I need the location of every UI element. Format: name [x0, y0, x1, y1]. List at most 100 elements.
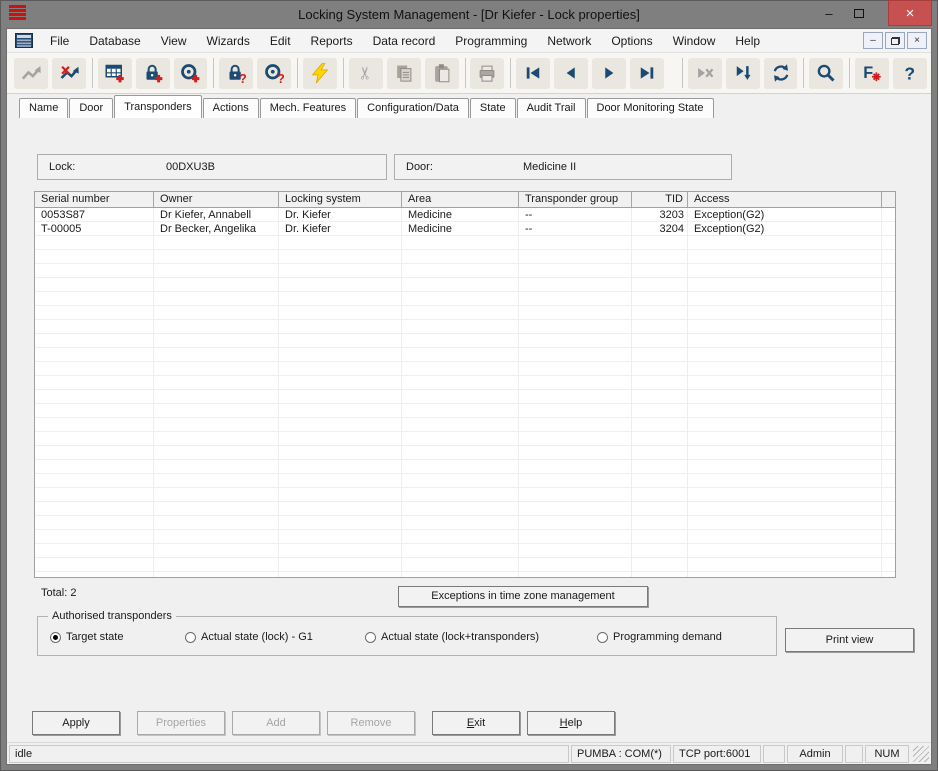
menu-wizards[interactable]: Wizards — [197, 29, 260, 52]
help-footer-button[interactable]: Help — [527, 711, 615, 735]
filter-settings-button[interactable]: F — [855, 58, 889, 89]
cell-locking-system: Dr. Kiefer — [279, 208, 402, 222]
status-blank-2 — [845, 745, 863, 763]
tab-transponders[interactable]: Transponders — [114, 95, 201, 118]
cell-access: Exception(G2) — [688, 222, 882, 236]
add-button: Add — [232, 711, 320, 735]
disconnect-button[interactable] — [52, 58, 86, 89]
read-transponder-button[interactable]: ? — [257, 58, 291, 89]
connect-button — [14, 58, 48, 89]
cell-tid: 3203 — [632, 208, 688, 222]
help-button[interactable]: ? — [893, 58, 927, 89]
cell-serial: T-00005 — [35, 222, 154, 236]
tab-name[interactable]: Name — [19, 98, 68, 118]
col-transponder-group[interactable]: Transponder group — [519, 192, 632, 207]
cell-owner: Dr Kiefer, Annabell — [154, 208, 279, 222]
paste-icon — [432, 63, 452, 83]
menu-view[interactable]: View — [151, 29, 197, 52]
radio-actual-state-lock-g1[interactable]: Actual state (lock) - G1 — [185, 631, 313, 643]
tab-actions[interactable]: Actions — [203, 98, 259, 118]
status-bar: idle PUMBA : COM(*) TCP port:6001 Admin … — [7, 742, 931, 764]
mdi-restore-button[interactable] — [885, 32, 905, 49]
tab-door-monitoring-state[interactable]: Door Monitoring State — [587, 98, 714, 118]
menu-edit[interactable]: Edit — [260, 29, 301, 52]
exceptions-time-zone-button[interactable]: Exceptions in time zone management — [398, 586, 648, 607]
col-tid[interactable]: TID — [632, 192, 688, 207]
cut-button: ✂ — [349, 58, 383, 89]
table-body: 0053S87 Dr Kiefer, Annabell Dr. Kiefer M… — [35, 208, 895, 577]
radio-icon — [597, 632, 608, 643]
new-transponder-button[interactable] — [174, 58, 208, 89]
refresh-button[interactable] — [764, 58, 798, 89]
cell-transponder-group: -- — [519, 208, 632, 222]
radio-programming-demand[interactable]: Programming demand — [597, 631, 722, 643]
svg-text:?: ? — [239, 72, 246, 83]
search-button[interactable] — [809, 58, 843, 89]
new-lock-icon — [143, 63, 163, 83]
goto-task-button[interactable] — [726, 58, 760, 89]
tab-door[interactable]: Door — [69, 98, 113, 118]
table-row[interactable]: T-00005 Dr Becker, Angelika Dr. Kiefer M… — [35, 222, 895, 236]
tab-state[interactable]: State — [470, 98, 516, 118]
restore-icon — [891, 37, 900, 45]
col-serial-number[interactable]: Serial number — [35, 192, 154, 207]
cell-area: Medicine — [402, 208, 519, 222]
menu-window[interactable]: Window — [663, 29, 726, 52]
radio-actual-state-lock-transponders[interactable]: Actual state (lock+transponders) — [365, 631, 539, 643]
exit-button[interactable]: Exit — [432, 711, 520, 735]
col-access[interactable]: Access — [688, 192, 882, 207]
status-tcp-port: TCP port:6001 — [673, 745, 761, 763]
menu-database[interactable]: Database — [79, 29, 150, 52]
new-locking-system-button[interactable] — [98, 58, 132, 89]
close-button[interactable]: × — [888, 0, 932, 26]
menu-file[interactable]: File — [40, 29, 79, 52]
tab-configuration-data[interactable]: Configuration/Data — [357, 98, 469, 118]
menu-reports[interactable]: Reports — [301, 29, 363, 52]
col-area[interactable]: Area — [402, 192, 519, 207]
remove-button: Remove — [327, 711, 415, 735]
apply-button[interactable]: Apply — [32, 711, 120, 735]
programming-button[interactable] — [303, 58, 337, 89]
menu-programming[interactable]: Programming — [445, 29, 537, 52]
table-row[interactable]: 0053S87 Dr Kiefer, Annabell Dr. Kiefer M… — [35, 208, 895, 222]
menu-data-record[interactable]: Data record — [363, 29, 446, 52]
mdi-close-button[interactable]: × — [907, 32, 927, 49]
menu-options[interactable]: Options — [601, 29, 662, 52]
cell-serial: 0053S87 — [35, 208, 154, 222]
tab-audit-trail[interactable]: Audit Trail — [517, 98, 586, 118]
menu-help[interactable]: Help — [725, 29, 770, 52]
group-legend: Authorised transponders — [48, 610, 176, 622]
read-lock-button[interactable]: ? — [219, 58, 253, 89]
last-record-button[interactable] — [630, 58, 664, 89]
col-owner[interactable]: Owner — [154, 192, 279, 207]
door-field: Door: Medicine II — [394, 154, 732, 180]
search-icon — [816, 63, 836, 83]
read-transponder-icon: ? — [264, 63, 284, 83]
new-lock-button[interactable] — [136, 58, 170, 89]
prev-record-button[interactable] — [554, 58, 588, 89]
footer-button-bar: Apply Properties Add Remove Exit Help — [7, 702, 931, 742]
connect-icon — [21, 63, 41, 83]
prev-record-icon — [561, 63, 581, 83]
svg-text:?: ? — [904, 63, 915, 83]
system-menu-icon[interactable] — [15, 33, 33, 48]
paste-button — [425, 58, 459, 89]
refresh-icon — [771, 63, 791, 83]
first-record-button[interactable] — [516, 58, 550, 89]
maximize-icon — [854, 9, 864, 18]
next-record-button[interactable] — [592, 58, 626, 89]
help-icon: ? — [900, 63, 920, 83]
status-user: Admin — [787, 745, 843, 763]
cell-area: Medicine — [402, 222, 519, 236]
menu-network[interactable]: Network — [537, 29, 601, 52]
tab-mech-features[interactable]: Mech. Features — [260, 98, 356, 118]
radio-icon — [365, 632, 376, 643]
mdi-minimize-button[interactable]: – — [863, 32, 883, 49]
properties-button: Properties — [137, 711, 225, 735]
minimize-button[interactable]: – — [816, 0, 842, 26]
radio-target-state[interactable]: Target state — [50, 631, 123, 643]
col-locking-system[interactable]: Locking system — [279, 192, 402, 207]
maximize-button[interactable] — [846, 0, 872, 26]
resize-grip[interactable] — [913, 746, 929, 762]
print-view-button[interactable]: Print view — [785, 628, 914, 652]
